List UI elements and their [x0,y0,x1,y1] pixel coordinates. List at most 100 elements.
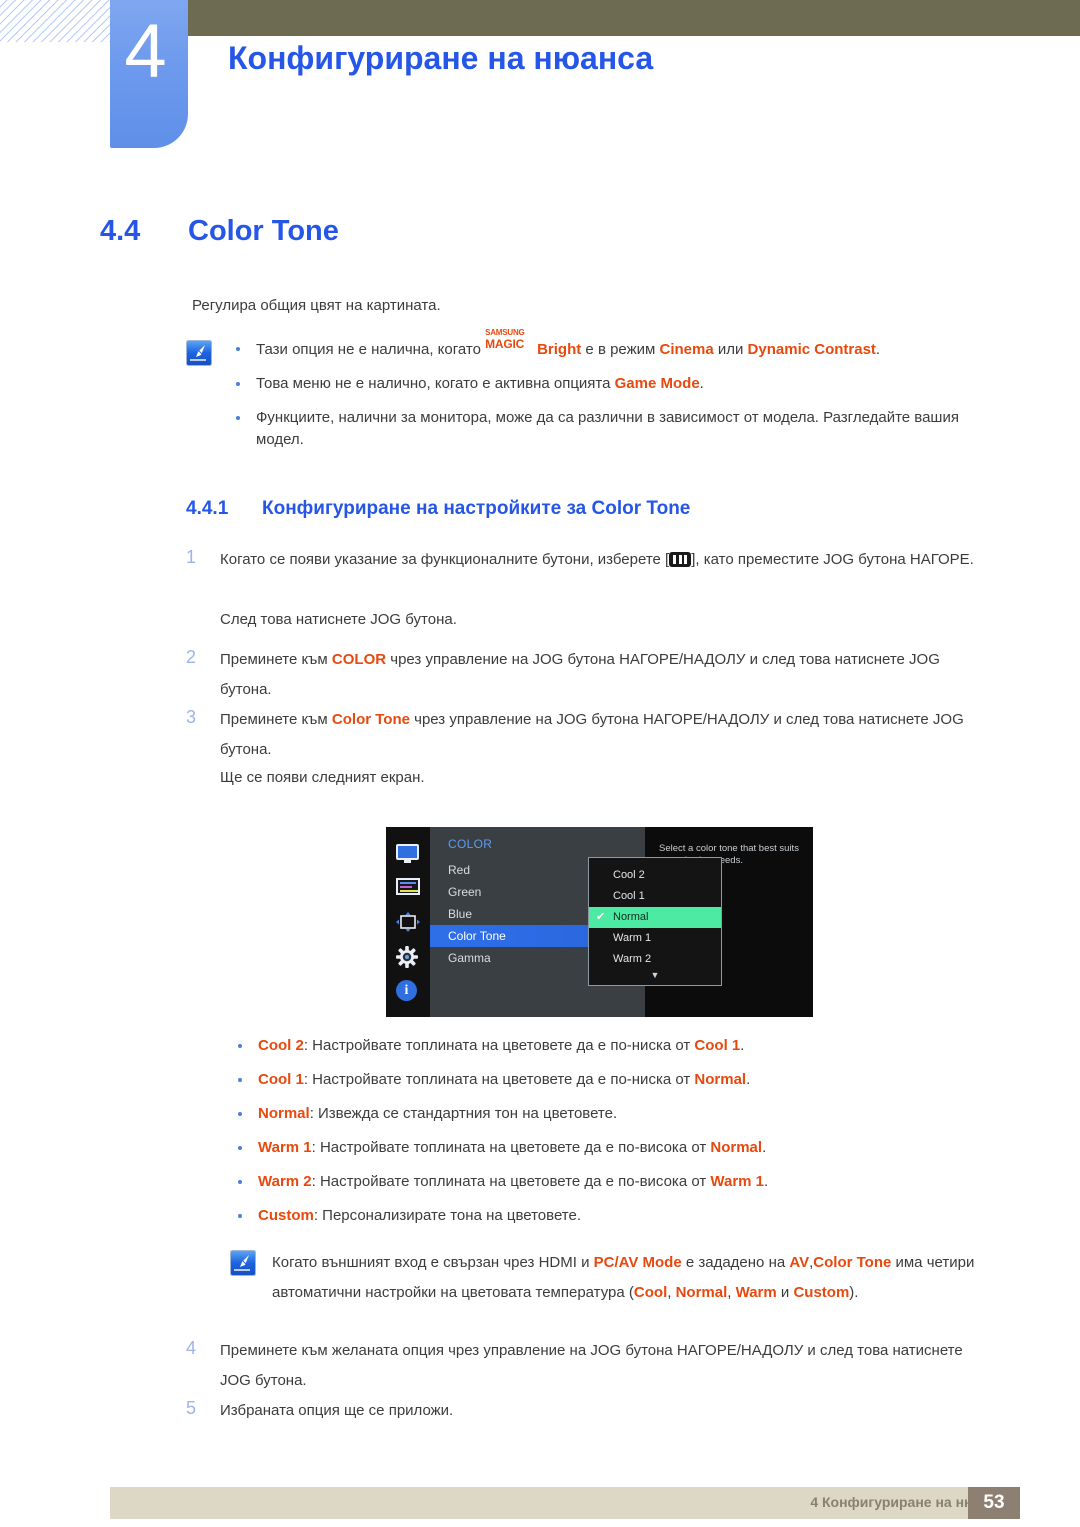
list-item: Warm 2: Настройвате топлината на цветове… [230,1171,1010,1193]
color-tone-option-list: Cool 2: Настройвате топлината на цветове… [230,1035,1010,1227]
highlight-game-mode: Game Mode [614,375,700,392]
osd-dropdown: Cool 2 Cool 1 Normal Warm 1 Warm 2 ▼ [588,857,722,986]
list-item: Warm 1: Настройвате топлината на цветове… [230,1137,1010,1159]
bullet-text-mid: е в режим [581,341,660,358]
dropdown-option-cool-2[interactable]: Cool 2 [589,865,721,886]
step-3-subline: Ще се появи следният екран. [220,769,425,786]
menu-button-icon [669,552,692,567]
option-ref: Warm 1 [710,1173,765,1190]
note-text-h: ). [849,1284,859,1301]
note-block-top: Тази опция не е налична, когато SAMSUNG M… [186,329,986,451]
header-olive-bar [186,0,1080,36]
step-number: 1 [186,547,197,567]
section-intro: Регулира общия цвят на картината. [192,297,441,314]
highlight-color-tone-2: Color Tone [813,1254,892,1271]
option-desc: : Извежда се стандартния тон на цветовет… [309,1105,618,1122]
note-body-top: Тази опция не е налична, когато SAMSUNG M… [228,329,986,451]
option-name: Cool 1 [258,1071,304,1088]
option-name: Warm 2 [258,1173,312,1190]
dropdown-option-cool-1[interactable]: Cool 1 [589,886,721,907]
section-heading: 4.4 Color Tone [100,215,1000,248]
magic-magic-text: MAGIC [485,337,525,351]
step-text: Преминете към Color Tone чрез управление… [220,705,986,765]
note-text-g: и [776,1284,794,1301]
note-body-bottom: Когато външният вход е свързан чрез HDMI… [272,1248,1000,1308]
step-text: Когато се появи указание за функционални… [220,545,986,575]
list-item: Cool 2: Настройвате топлината на цветове… [230,1035,1010,1057]
section-number: 4.4 [100,215,141,247]
option-end: . [740,1037,745,1054]
highlight-color-tone: Color Tone [331,711,410,728]
osd-menu-title: COLOR [448,837,493,851]
monitor-icon[interactable] [396,843,420,865]
step-4: 4 Преминете към желаната опция чрез упра… [186,1336,986,1396]
osd-sidebar: i [386,827,430,1017]
step-1: 1 Когато се появи указание за функционал… [186,545,986,575]
option-name: Cool 2 [258,1037,304,1054]
dropdown-option-warm-1[interactable]: Warm 1 [589,928,721,949]
color-sliders-icon[interactable] [396,877,420,899]
step-text: Преминете към желаната опция чрез управл… [220,1342,963,1389]
picture-size-icon[interactable] [396,911,420,933]
highlight-color: COLOR [331,651,387,668]
step1-text-a: Когато се появи указание за функционални… [220,551,670,568]
step-5: 5 Избраната опция ще се приложи. [186,1396,986,1426]
bullet-text-post: . [875,341,881,358]
note-text-e: , [667,1284,676,1301]
note-bullet: Тази опция не е налична, когато SAMSUNG M… [228,329,986,361]
highlight-dynamic-contrast: Dynamic Contrast [747,341,876,358]
option-end: . [746,1071,751,1088]
step-2: 2 Преминете към COLOR чрез управление на… [186,645,986,705]
step-number: 2 [186,647,197,667]
samsung-magic-logo: SAMSUNG MAGIC [485,329,537,354]
note-text-f: , [727,1284,736,1301]
option-end: . [764,1173,769,1190]
step-number: 4 [186,1338,197,1358]
magic-samsung-text: SAMSUNG [485,328,525,337]
highlight-custom: Custom [793,1284,850,1301]
note-text-b: е зададено на [681,1254,790,1271]
section-title: Color Tone [188,215,339,247]
subsection-title: Конфигуриране на настройките за Color To… [262,498,691,519]
highlight-normal: Normal [675,1284,728,1301]
note-pen-icon [230,1250,256,1276]
highlight-cool: Cool [633,1284,668,1301]
step-number: 3 [186,707,197,727]
subsection-heading: 4.4.1 Конфигуриране на настройките за Co… [186,498,690,520]
option-name: Custom [258,1207,314,1224]
page-header: 4 Конфигуриране на нюанса [0,0,1080,160]
dropdown-option-warm-2[interactable]: Warm 2 [589,949,721,970]
option-ref: Cool 1 [694,1037,741,1054]
highlight-cinema: Cinema [659,341,714,358]
hatch-decoration [0,0,110,42]
dropdown-option-normal[interactable]: Normal [589,907,721,928]
option-desc: : Настройвате топлината на цветовете да … [311,1139,711,1156]
info-icon[interactable]: i [396,979,420,1001]
chapter-title: Конфигуриране на нюанса [228,40,654,76]
option-desc: : Настройвате топлината на цветовете да … [303,1037,695,1054]
option-desc: : Настройвате топлината на цветовете да … [311,1173,711,1190]
option-desc: : Настройвате топлината на цветовете да … [303,1071,695,1088]
option-ref: Normal [694,1071,747,1088]
option-end: . [762,1139,767,1156]
note-block-bottom: Когато външният вход е свързан чрез HDMI… [230,1248,1000,1308]
highlight-pc-av-mode: PC/AV Mode [593,1254,682,1271]
gear-icon[interactable] [396,945,420,968]
magic-bright-text: Bright [537,341,582,358]
option-ref: Normal [710,1139,763,1156]
bullet-text-mid2: или [713,341,748,358]
step-text: Преминете към COLOR чрез управление на J… [220,645,986,705]
subsection-number: 4.4.1 [186,498,229,519]
scroll-down-arrow-icon[interactable]: ▼ [589,970,721,982]
bullet-text-pre: Тази опция не е налична, когато [256,341,486,358]
option-desc: : Персонализирате тона на цветовете. [313,1207,582,1224]
info-glyph: i [396,979,417,1001]
note-bullet: Това меню не е налично, когато е активна… [228,373,986,395]
step-number: 5 [186,1398,197,1418]
note-bullet-list-top: Тази опция не е налична, когато SAMSUNG M… [228,329,986,451]
osd-screenshot: i COLOR Red Green Blue Color Tone Gamma … [386,827,813,1017]
bullet-text-pre: Това меню не е налично, когато е активна… [256,375,615,392]
step1-text-b: ], като преместите JOG бутона НАГОРЕ. [691,551,974,568]
osd-menu-panel: COLOR Red Green Blue Color Tone Gamma Co… [430,827,722,1017]
page-number: 53 [968,1487,1020,1519]
